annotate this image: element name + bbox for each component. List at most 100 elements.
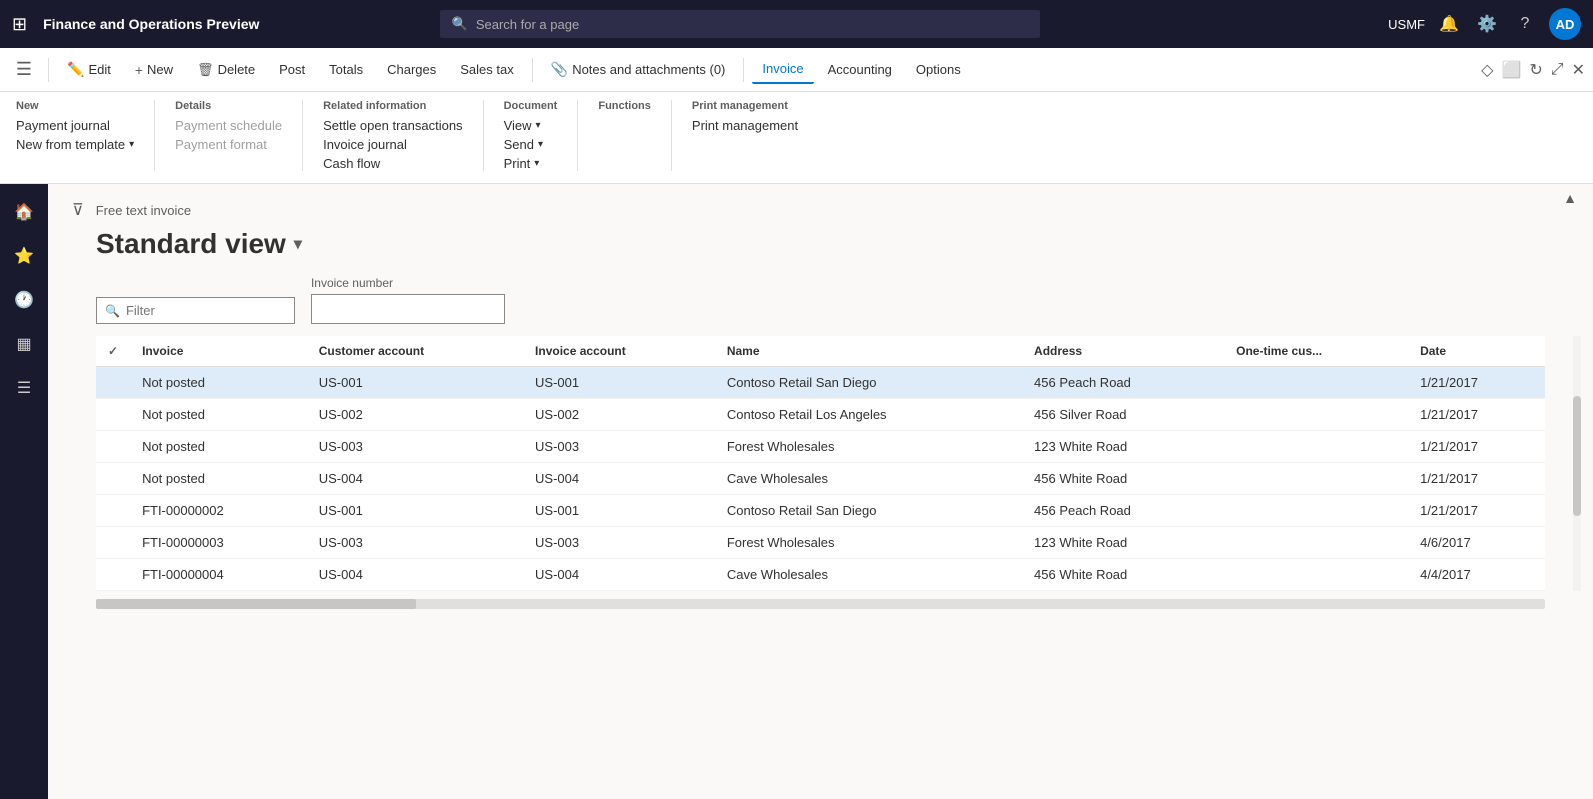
horizontal-thumb[interactable] bbox=[96, 599, 416, 609]
customer-account-cell[interactable]: US-001 bbox=[307, 367, 523, 399]
search-input[interactable] bbox=[476, 17, 1028, 32]
help-icon[interactable]: ? bbox=[1511, 10, 1539, 38]
post-label: Post bbox=[279, 62, 305, 77]
invoice-cell[interactable]: FTI-00000003 bbox=[130, 527, 307, 559]
invoice-cell[interactable]: FTI-00000004 bbox=[130, 559, 307, 591]
filter-input[interactable] bbox=[126, 303, 286, 318]
ribbon-group-related-items: Settle open transactions Invoice journal… bbox=[323, 118, 462, 171]
options-button[interactable]: Options bbox=[906, 56, 971, 83]
customer-account-cell: US-004 bbox=[307, 463, 523, 495]
invoice-cell[interactable]: Not posted bbox=[130, 431, 307, 463]
ribbon-group-print-mgmt: Print management Print management bbox=[692, 100, 818, 171]
cash-flow-item[interactable]: Cash flow bbox=[323, 156, 462, 171]
invoice-account-cell[interactable]: US-001 bbox=[523, 367, 715, 399]
diamond-icon[interactable]: ◇ bbox=[1481, 60, 1493, 80]
table-row[interactable]: Not postedUS-002US-002Contoso Retail Los… bbox=[96, 399, 1545, 431]
dropdown-arrow-icon: ▾ bbox=[129, 139, 134, 150]
sidebar-favorites-icon[interactable]: ⭐ bbox=[4, 236, 44, 276]
invoice-journal-item[interactable]: Invoice journal bbox=[323, 137, 462, 152]
detach-icon[interactable]: ⤢ bbox=[1551, 61, 1564, 79]
totals-button[interactable]: Totals bbox=[319, 56, 373, 83]
divider-1 bbox=[48, 58, 49, 82]
invoice-account-cell: US-003 bbox=[523, 527, 715, 559]
table-row[interactable]: FTI-00000003US-003US-003Forest Wholesale… bbox=[96, 527, 1545, 559]
table-row[interactable]: Not postedUS-003US-003Forest Wholesales1… bbox=[96, 431, 1545, 463]
view-item[interactable]: View ▾ bbox=[504, 118, 558, 133]
ribbon: New Payment journal New from template ▾ … bbox=[0, 92, 1593, 184]
one-time-cell bbox=[1224, 495, 1408, 527]
invoice-number-input[interactable] bbox=[311, 294, 505, 324]
col-customer: Customer account bbox=[307, 336, 523, 367]
salestax-label: Sales tax bbox=[460, 62, 513, 77]
payment-journal-item[interactable]: Payment journal bbox=[16, 118, 134, 133]
salestax-button[interactable]: Sales tax bbox=[450, 56, 523, 83]
scrollbar-track[interactable] bbox=[1573, 336, 1581, 591]
charges-label: Charges bbox=[387, 62, 436, 77]
ribbon-group-new: New Payment journal New from template ▾ bbox=[16, 100, 155, 171]
send-item[interactable]: Send ▾ bbox=[504, 137, 558, 152]
divider-3 bbox=[743, 58, 744, 82]
one-time-cell bbox=[1224, 367, 1408, 399]
delete-button[interactable]: 🗑 Delete bbox=[187, 56, 265, 84]
invoice-account-cell: US-001 bbox=[523, 495, 715, 527]
edit-button[interactable]: ✏️ Edit bbox=[57, 55, 121, 84]
filter-icon[interactable]: ⊽ bbox=[72, 200, 84, 220]
table-row[interactable]: FTI-00000004US-004US-004Cave Wholesales4… bbox=[96, 559, 1545, 591]
filter-input-container[interactable]: 🔍 bbox=[96, 297, 295, 324]
row-check-cell bbox=[96, 367, 130, 399]
table-container: ✓ Invoice Customer account Invoice accou… bbox=[96, 336, 1569, 591]
invoice-cell[interactable]: Not posted bbox=[130, 399, 307, 431]
name-cell[interactable]: Contoso Retail San Diego bbox=[715, 367, 1022, 399]
hamburger-menu-icon[interactable]: ☰ bbox=[8, 54, 40, 86]
new-button[interactable]: + New bbox=[125, 56, 183, 84]
ribbon-group-related: Related information Settle open transact… bbox=[323, 100, 483, 171]
view-title[interactable]: Standard view ▾ bbox=[96, 228, 1569, 260]
sidebar-modules-icon[interactable]: ☰ bbox=[4, 368, 44, 408]
top-bar: ⊞ Finance and Operations Preview 🔍 USMF … bbox=[0, 0, 1593, 48]
refresh-icon[interactable]: ↻ bbox=[1529, 60, 1542, 80]
invoice-tab[interactable]: Invoice bbox=[752, 55, 813, 84]
scrollbar-thumb[interactable] bbox=[1573, 396, 1581, 516]
charges-button[interactable]: Charges bbox=[377, 56, 446, 83]
date-cell: 1/21/2017 bbox=[1408, 367, 1545, 399]
sidebar-workspaces-icon[interactable]: ▦ bbox=[4, 324, 44, 364]
post-button[interactable]: Post bbox=[269, 56, 315, 83]
close-icon[interactable]: ✕ bbox=[1572, 60, 1585, 80]
new-from-template-item[interactable]: New from template ▾ bbox=[16, 137, 134, 152]
avatar[interactable]: AD bbox=[1549, 8, 1581, 40]
print-dropdown-icon: ▾ bbox=[534, 158, 539, 169]
one-time-cell bbox=[1224, 431, 1408, 463]
accounting-button[interactable]: Accounting bbox=[818, 56, 902, 83]
split-icon[interactable]: ⬜ bbox=[1501, 60, 1521, 80]
notification-icon[interactable]: 🔔 bbox=[1435, 10, 1463, 38]
ribbon-collapse-button[interactable]: ▲ bbox=[1563, 190, 1577, 206]
invoice-cell[interactable]: FTI-00000002 bbox=[130, 495, 307, 527]
row-check-cell bbox=[96, 559, 130, 591]
col-date: Date bbox=[1408, 336, 1545, 367]
table-row[interactable]: Not postedUS-004US-004Cave Wholesales456… bbox=[96, 463, 1545, 495]
view-chevron-icon: ▾ bbox=[294, 234, 302, 254]
app-grid-icon[interactable]: ⊞ bbox=[12, 14, 27, 35]
table-row[interactable]: FTI-00000002US-001US-001Contoso Retail S… bbox=[96, 495, 1545, 527]
table-body: Not postedUS-001US-001Contoso Retail San… bbox=[96, 367, 1545, 591]
search-bar[interactable]: 🔍 bbox=[440, 10, 1040, 38]
horizontal-scrollbar[interactable] bbox=[96, 599, 1545, 609]
one-time-cell bbox=[1224, 527, 1408, 559]
invoice-cell[interactable]: Not posted bbox=[130, 463, 307, 495]
settings-icon[interactable]: ⚙️ bbox=[1473, 10, 1501, 38]
delete-label: Delete bbox=[218, 62, 256, 77]
invoice-cell[interactable]: Not posted bbox=[130, 367, 307, 399]
one-time-cell bbox=[1224, 559, 1408, 591]
name-cell: Cave Wholesales bbox=[715, 463, 1022, 495]
settle-open-item[interactable]: Settle open transactions bbox=[323, 118, 462, 133]
ribbon-group-details-title: Details bbox=[175, 100, 282, 112]
print-management-item[interactable]: Print management bbox=[692, 118, 798, 133]
customer-account-cell: US-001 bbox=[307, 495, 523, 527]
notes-button[interactable]: 📎 Notes and attachments (0) bbox=[541, 55, 736, 84]
check-all-icon[interactable]: ✓ bbox=[108, 344, 118, 358]
sidebar-home-icon[interactable]: 🏠 bbox=[4, 192, 44, 232]
print-item[interactable]: Print ▾ bbox=[504, 156, 558, 171]
table-row[interactable]: Not postedUS-001US-001Contoso Retail San… bbox=[96, 367, 1545, 399]
date-cell: 1/21/2017 bbox=[1408, 495, 1545, 527]
sidebar-recent-icon[interactable]: 🕐 bbox=[4, 280, 44, 320]
